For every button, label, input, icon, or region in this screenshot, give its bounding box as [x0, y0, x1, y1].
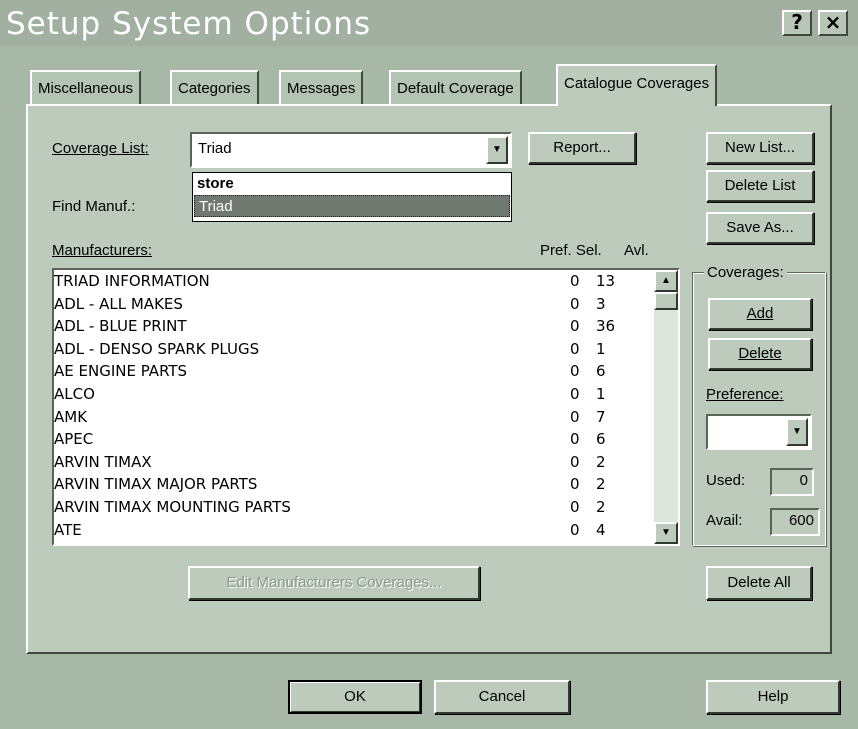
save-as-button[interactable]: Save As... — [706, 212, 814, 244]
manufacturer-avl: 13 — [596, 272, 616, 290]
tab-strip: Miscellaneous Categories Messages Defaul… — [0, 64, 858, 106]
coverage-list-value: Triad — [198, 140, 232, 157]
manufacturer-pref-sel: 0 — [570, 430, 580, 449]
manufacturer-name: ADL - DENSO SPARK PLUGS — [54, 339, 260, 358]
dropdown-option-triad[interactable]: Triad — [194, 195, 510, 217]
manufacturer-pref-sel: 0 — [570, 272, 580, 290]
manufacturer-pref-sel: 0 — [570, 498, 580, 516]
manufacturer-avl: 1 — [596, 339, 606, 358]
help-title-button[interactable]: ? — [782, 10, 812, 36]
manufacturer-avl: 6 — [596, 362, 606, 381]
list-scrollbar[interactable]: ▲ ▼ — [654, 270, 678, 544]
cancel-button[interactable]: Cancel — [434, 680, 570, 714]
avail-label: Avail: — [706, 512, 743, 529]
manufacturer-name: AMK — [54, 407, 88, 426]
manufacturer-row[interactable]: ADL - BLUE PRINT 0 36 — [54, 315, 654, 337]
manufacturer-name: ADL - BLUE PRINT — [54, 317, 187, 336]
tab-miscellaneous[interactable]: Miscellaneous — [30, 70, 142, 104]
new-list-button[interactable]: New List... — [706, 132, 814, 164]
dropdown-option-store[interactable]: store — [193, 173, 511, 195]
manufacturer-avl: 2 — [596, 475, 606, 494]
tab-categories[interactable]: Categories — [170, 70, 259, 104]
manufacturer-avl: 4 — [596, 520, 606, 539]
manufacturers-label: Manufacturers: — [52, 242, 153, 259]
manufacturer-row[interactable]: ARVIN TIMAX MOUNTING PARTS 0 2 — [54, 496, 654, 518]
manufacturer-avl: 3 — [596, 294, 606, 313]
title-bar: Setup System Options ? × — [0, 0, 858, 46]
preference-label: Preference: — [706, 386, 784, 403]
close-title-button[interactable]: × — [818, 10, 848, 36]
manufacturer-name: ARVIN TIMAX MAJOR PARTS — [54, 475, 258, 494]
delete-button[interactable]: Delete — [708, 338, 812, 370]
manufacturer-pref-sel: 0 — [570, 362, 580, 381]
help-button[interactable]: Help — [706, 680, 840, 714]
manufacturer-pref-sel: 0 — [570, 452, 580, 471]
used-value: 0 — [770, 468, 814, 496]
window-title: Setup System Options — [6, 6, 372, 42]
manufacturer-row[interactable]: ALCO 0 1 — [54, 383, 654, 405]
manufacturer-avl: 1 — [596, 385, 606, 403]
manufacturer-pref-sel: 0 — [570, 294, 580, 313]
manufacturer-row[interactable]: ATE 0 4 — [54, 519, 654, 541]
manufacturer-avl: 2 — [596, 452, 606, 471]
manufacturer-avl: 2 — [596, 498, 606, 516]
coverage-list-dropdown: store Triad — [192, 172, 512, 222]
find-manuf-label: Find Manuf.: — [52, 198, 136, 215]
edit-manufacturers-coverages-button[interactable]: Edit Manufacturers Coverages... — [188, 566, 480, 600]
manufacturer-pref-sel: 0 — [570, 385, 580, 403]
manufacturer-name: TRIAD INFORMATION — [54, 272, 210, 290]
manufacturer-pref-sel: 0 — [570, 317, 580, 336]
manufacturer-name: ALCO — [54, 385, 95, 403]
manufacturer-name: AE ENGINE PARTS — [54, 362, 188, 381]
delete-all-button[interactable]: Delete All — [706, 566, 812, 600]
manufacturer-row[interactable]: AMK 0 7 — [54, 406, 654, 428]
manufacturer-pref-sel: 0 — [570, 407, 580, 426]
manufacturer-name: ARVIN TIMAX — [54, 452, 152, 471]
used-label: Used: — [706, 472, 746, 489]
manufacturer-row[interactable]: APEC 0 6 — [54, 428, 654, 450]
manufacturer-row[interactable]: ADL - DENSO SPARK PLUGS 0 1 — [54, 338, 654, 360]
preference-combo[interactable]: ▼ — [706, 414, 812, 450]
delete-list-button[interactable]: Delete List — [706, 170, 814, 202]
manufacturer-name: ARVIN TIMAX MOUNTING PARTS — [54, 498, 291, 516]
manufacturer-row[interactable]: ADL - ALL MAKES 0 3 — [54, 293, 654, 315]
manufacturer-row[interactable]: ARVIN TIMAX MAJOR PARTS 0 2 — [54, 473, 654, 495]
scroll-down-icon[interactable]: ▼ — [654, 522, 678, 544]
tab-catalogue-coverages[interactable]: Catalogue Coverages — [556, 64, 718, 106]
manufacturer-avl: 6 — [596, 430, 606, 449]
add-button[interactable]: Add — [708, 298, 812, 330]
coverage-list-combo[interactable]: Triad ▼ — [190, 132, 512, 168]
manufacturer-row[interactable]: AE ENGINE PARTS 0 6 — [54, 360, 654, 382]
manufacturer-pref-sel: 0 — [570, 475, 580, 494]
manufacturer-name: ADL - ALL MAKES — [54, 294, 183, 313]
manufacturer-name: APEC — [54, 430, 94, 449]
manufacturer-row[interactable]: ARVIN TIMAX 0 2 — [54, 451, 654, 473]
manufacturer-avl: 36 — [596, 317, 616, 336]
column-pref-sel: Pref. Sel. — [540, 242, 602, 259]
manufacturers-list[interactable]: TRIAD INFORMATION 0 13 ADL - ALL MAKES 0 3 ADL… — [52, 268, 680, 546]
report-button[interactable]: Report... — [528, 132, 636, 164]
scroll-up-icon[interactable]: ▲ — [654, 270, 678, 292]
manufacturer-row[interactable]: TRIAD INFORMATION 0 13 — [54, 270, 654, 292]
preference-arrow-icon[interactable]: ▼ — [786, 418, 808, 446]
manufacturer-pref-sel: 0 — [570, 339, 580, 358]
tab-default-coverage[interactable]: Default Coverage — [389, 70, 522, 104]
manufacturer-avl: 7 — [596, 407, 606, 426]
avail-value: 600 — [770, 508, 820, 536]
delete-button-label: Delete — [738, 345, 782, 362]
manufacturer-name: ATE — [54, 520, 82, 539]
tab-messages[interactable]: Messages — [279, 70, 364, 104]
coverages-group-title: Coverages: — [704, 264, 787, 281]
manufacturer-pref-sel: 0 — [570, 520, 580, 539]
scroll-thumb[interactable] — [654, 292, 678, 310]
coverage-list-label: Coverage List: — [52, 140, 149, 157]
ok-button[interactable]: OK — [288, 680, 422, 714]
column-avl: Avl. — [624, 242, 649, 259]
coverage-list-arrow-icon[interactable]: ▼ — [486, 136, 508, 164]
add-button-label: Add — [746, 305, 774, 322]
